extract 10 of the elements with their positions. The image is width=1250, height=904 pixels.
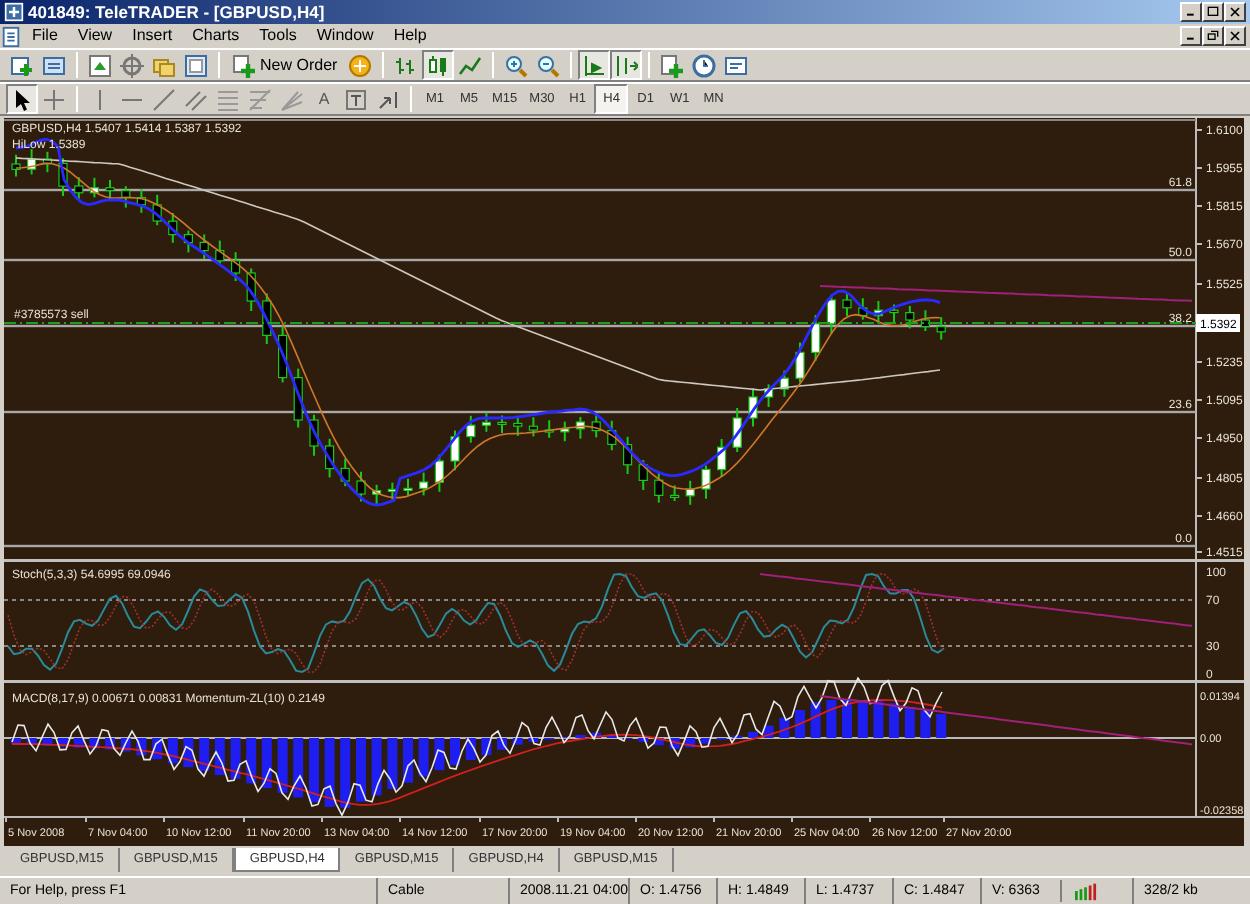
window-title: 401849: TeleTRADER - [GBPUSD,H4]	[28, 0, 325, 24]
new-order-button[interactable]: New Order	[226, 50, 344, 80]
menu-item[interactable]: Help	[383, 24, 437, 48]
text-tool-button[interactable]: A	[308, 84, 340, 114]
menu-item[interactable]: Charts	[182, 24, 250, 48]
menu-item[interactable]: File	[22, 24, 68, 48]
menu-item[interactable]: Window	[306, 24, 384, 48]
menu-item[interactable]: Insert	[122, 24, 183, 48]
menu-item[interactable]: View	[67, 24, 123, 48]
menu-item[interactable]: Tools	[249, 24, 307, 48]
